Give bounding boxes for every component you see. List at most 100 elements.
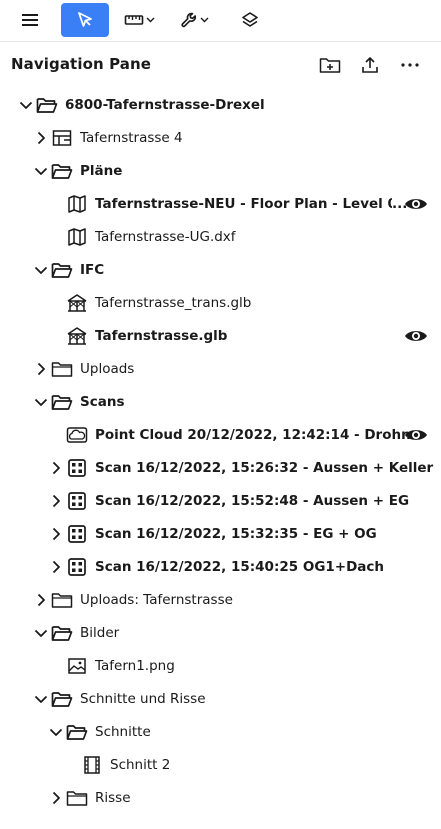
tree-item-label: Tafernstrasse-UG.dxf [95, 229, 236, 245]
tree-row[interactable]: Point Cloud 20/12/2022, 12:42:14 - Drohn… [0, 419, 441, 452]
chevron-right-icon[interactable] [33, 361, 49, 377]
tree-row[interactable]: Schnitte und Risse [0, 683, 441, 716]
tree-item-label: Schnitte und Risse [80, 691, 206, 707]
structure-icon [66, 326, 88, 346]
tree-item-label: Schnitt 2 [110, 757, 171, 773]
section-icon [81, 755, 103, 775]
tree-row[interactable]: Risse [0, 782, 441, 815]
hamburger-menu-icon[interactable] [14, 3, 46, 37]
tree-item-label: Scan 16/12/2022, 15:52:48 - Aussen + EG [95, 493, 410, 509]
tree-row[interactable]: Scan 16/12/2022, 15:26:32 - Aussen + Kel… [0, 452, 441, 485]
tree-item-label: Tafernstrasse 4 [80, 130, 183, 146]
tree-item-label: Tafernstrasse.glb [95, 328, 228, 344]
upload-icon[interactable] [358, 53, 382, 77]
tree-item-label: Schnitte [95, 724, 151, 740]
chevron-down-icon[interactable] [48, 724, 64, 740]
folder-open-icon [51, 623, 73, 643]
tree-row[interactable]: 6800-Tafernstrasse-Drexel [0, 89, 441, 122]
toolbar [0, 0, 441, 42]
tree-row[interactable]: Pläne [0, 155, 441, 188]
tree-item-label: Uploads: Tafernstrasse [80, 592, 233, 608]
tree-item-label: IFC [80, 262, 105, 278]
tree-row[interactable]: Scans [0, 386, 441, 419]
tree-row[interactable]: Scan 16/12/2022, 15:52:48 - Aussen + EG [0, 485, 441, 518]
select-tool-button[interactable] [61, 3, 109, 37]
tree-row[interactable]: Tafernstrasse_trans.glb [0, 287, 441, 320]
folder-open-icon [36, 95, 58, 115]
map-icon [66, 227, 88, 247]
tree-row[interactable]: Bilder [0, 617, 441, 650]
tree-row[interactable]: Scan 16/12/2022, 15:40:25 OG1+Dach [0, 551, 441, 584]
chevron-right-icon[interactable] [48, 526, 64, 542]
point-cloud-icon [66, 425, 88, 445]
chevron-down-icon[interactable] [18, 97, 34, 113]
tree-item-label: Bilder [80, 625, 120, 641]
folder-open-icon [51, 689, 73, 709]
tree-item-label: 6800-Tafernstrasse-Drexel [65, 97, 265, 113]
tree-row[interactable]: Uploads [0, 353, 441, 386]
chevron-down-icon[interactable] [33, 163, 49, 179]
ruler-icon [124, 13, 144, 27]
image-icon [66, 656, 88, 676]
chevron-right-icon[interactable] [48, 790, 64, 806]
pane-header: Navigation Pane [0, 43, 441, 87]
chevron-down-icon[interactable] [33, 691, 49, 707]
tree-item-label: Pläne [80, 163, 123, 179]
tree-item-label: Tafernstrasse_trans.glb [95, 295, 252, 311]
scan-grid-icon [66, 491, 88, 511]
tree-row[interactable]: Tafernstrasse 4 [0, 122, 441, 155]
tree-item-label: Scans [80, 394, 125, 410]
chevron-right-icon[interactable] [48, 460, 64, 476]
tree-item-label: Scan 16/12/2022, 15:40:25 OG1+Dach [95, 559, 385, 575]
tools-dropdown[interactable] [174, 3, 214, 37]
cursor-pointer-icon [75, 10, 95, 30]
chevron-right-icon[interactable] [48, 559, 64, 575]
pane-title: Navigation Pane [11, 55, 152, 73]
chevron-down-icon [146, 17, 155, 23]
eye-icon[interactable] [404, 327, 428, 345]
scan-grid-icon [66, 524, 88, 544]
folder-open-icon [51, 161, 73, 181]
chevron-down-icon[interactable] [33, 625, 49, 641]
eye-icon[interactable] [404, 195, 428, 213]
more-horizontal-icon[interactable] [398, 53, 422, 77]
structure-icon [66, 293, 88, 313]
tree-item-label: Point Cloud 20/12/2022, 12:42:14 - Drohn… [95, 427, 420, 443]
folder-plus-icon[interactable] [318, 53, 342, 77]
tree-row[interactable]: Scan 16/12/2022, 15:32:35 - EG + OG [0, 518, 441, 551]
scan-grid-icon [66, 458, 88, 478]
tree-item-label: Tafernstrasse-NEU - Floor Plan - Level 0 [95, 196, 392, 212]
measure-tool-dropdown[interactable] [119, 3, 159, 37]
layers-icon[interactable] [234, 3, 266, 37]
folder-open-icon [51, 392, 73, 412]
tree-row[interactable]: Schnitt 2 [0, 749, 441, 782]
folder-open-icon [66, 722, 88, 742]
folder-icon [66, 788, 88, 808]
tree-row[interactable]: Tafernstrasse-NEU - Floor Plan - Level 0… [0, 188, 441, 221]
scan-grid-icon [66, 557, 88, 577]
tree-row[interactable]: IFC [0, 254, 441, 287]
chevron-down-icon [200, 17, 209, 23]
wrench-icon [180, 11, 198, 29]
tree-row[interactable]: Tafern1.png [0, 650, 441, 683]
tree-item-label: Scan 16/12/2022, 15:32:35 - EG + OG [95, 526, 377, 542]
folder-icon [51, 590, 73, 610]
tree-row[interactable]: Schnitte [0, 716, 441, 749]
floor-plan-icon [51, 128, 73, 148]
chevron-right-icon[interactable] [33, 130, 49, 146]
eye-icon[interactable] [404, 426, 428, 444]
folder-icon [51, 359, 73, 379]
tree-row[interactable]: Uploads: Tafernstrasse [0, 584, 441, 617]
chevron-right-icon[interactable] [33, 592, 49, 608]
tree-item-label: Tafern1.png [95, 658, 175, 674]
tree-row[interactable]: Tafernstrasse-UG.dxf [0, 221, 441, 254]
chevron-down-icon[interactable] [33, 262, 49, 278]
chevron-right-icon[interactable] [48, 493, 64, 509]
tree-row[interactable]: Tafernstrasse.glb [0, 320, 441, 353]
tree-item-label: Risse [95, 790, 131, 806]
tree-item-label: Uploads [80, 361, 135, 377]
chevron-down-icon[interactable] [33, 394, 49, 410]
folder-open-icon [51, 260, 73, 280]
map-icon [66, 194, 88, 214]
tree-item-label: Scan 16/12/2022, 15:26:32 - Aussen + Kel… [95, 460, 434, 476]
